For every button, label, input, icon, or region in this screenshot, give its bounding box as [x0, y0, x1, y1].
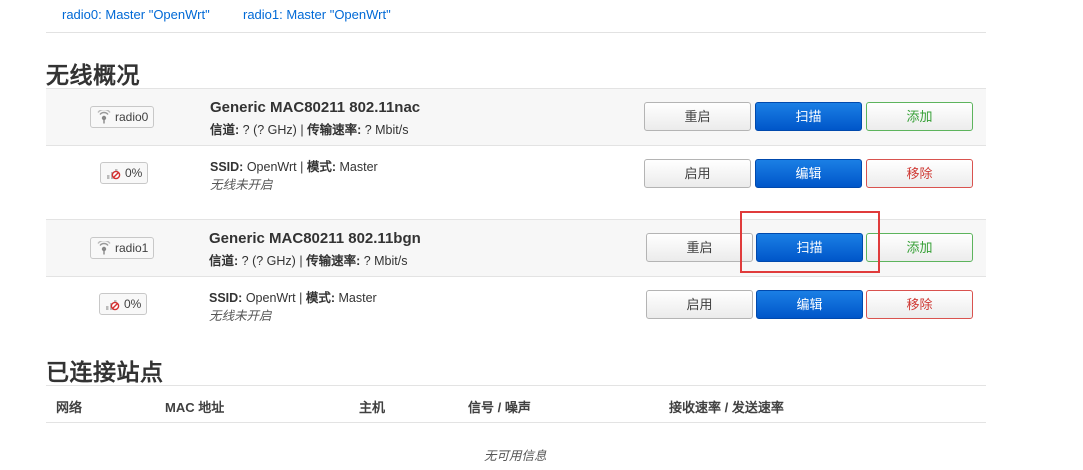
mode-label: 模式:	[306, 160, 337, 174]
table-header-divider	[46, 422, 986, 423]
rate-label: 传输速率:	[306, 254, 361, 268]
tab-radio0[interactable]: radio0: Master "OpenWrt"	[62, 7, 210, 22]
wireless-page: radio0: Master "OpenWrt" radio1: Master …	[0, 0, 1083, 470]
radio-badge-label: radio1	[115, 241, 149, 255]
network-row-radio1: 0% SSID: OpenWrt | 模式: Master 无线未开启 启用 编…	[46, 276, 986, 332]
device-info: 信道: ? (? GHz) | 传输速率: ? Mbit/s	[210, 119, 408, 138]
channel-value: ? (? GHz)	[242, 123, 297, 137]
signal-disabled-icon	[106, 300, 120, 311]
network-info: SSID: OpenWrt | 模式: Master	[209, 287, 377, 306]
add-button[interactable]: 添加	[866, 233, 973, 262]
channel-label: 信道:	[209, 254, 239, 268]
mode-label: 模式:	[305, 291, 336, 305]
column-header-host: 主机	[359, 400, 386, 415]
channel-label: 信道:	[210, 123, 240, 137]
signal-value: 0%	[125, 166, 143, 180]
wireless-status: 无线未开启	[209, 309, 272, 323]
signal-badge: 0%	[99, 293, 148, 315]
connected-stations-heading: 已连接站点	[46, 360, 164, 386]
device-row-radio1: radio1 Generic MAC80211 802.11bgn 信道: ? …	[46, 219, 986, 276]
radio-badge-label: radio0	[115, 110, 149, 124]
column-header-signal-noise: 信号 / 噪声	[468, 400, 531, 415]
radio-badge-radio0: radio0	[90, 106, 155, 128]
device-info: 信道: ? (? GHz) | 传输速率: ? Mbit/s	[209, 250, 407, 269]
table-top-divider	[46, 385, 986, 386]
rate-value: ? Mbit/s	[364, 123, 409, 137]
signal-badge: 0%	[100, 162, 149, 184]
network-row-radio0: 0% SSID: OpenWrt | 模式: Master 无线未开启 启用 编…	[46, 145, 986, 201]
column-header-mac: MAC 地址	[165, 400, 225, 415]
remove-button[interactable]: 移除	[866, 290, 973, 319]
edit-button[interactable]: 编辑	[756, 290, 863, 319]
remove-button[interactable]: 移除	[866, 159, 973, 188]
no-info-message: 无可用信息	[484, 449, 547, 463]
ssid-value: OpenWrt	[246, 160, 297, 174]
wifi-device-icon	[97, 110, 111, 124]
device-title: Generic MAC80211 802.11nac	[210, 99, 421, 116]
column-header-network: 网络	[56, 400, 83, 415]
signal-disabled-icon	[107, 169, 121, 180]
info-separator: |	[299, 254, 303, 268]
mode-value: Master	[338, 291, 377, 305]
mode-value: Master	[339, 160, 378, 174]
info-separator: |	[299, 291, 303, 305]
signal-value: 0%	[124, 297, 142, 311]
add-button[interactable]: 添加	[866, 102, 973, 131]
scan-button[interactable]: 扫描	[756, 233, 863, 262]
edit-button[interactable]: 编辑	[755, 159, 862, 188]
wireless-overview-heading: 无线概况	[46, 63, 140, 89]
ssid-value: OpenWrt	[245, 291, 296, 305]
device-row-radio0: radio0 Generic MAC80211 802.11nac 信道: ? …	[46, 88, 986, 145]
info-separator: |	[300, 123, 304, 137]
wifi-device-icon	[97, 241, 111, 255]
ssid-label: SSID:	[209, 291, 243, 305]
restart-button[interactable]: 重启	[646, 233, 753, 262]
tab-radio1[interactable]: radio1: Master "OpenWrt"	[243, 7, 391, 22]
rate-label: 传输速率:	[307, 123, 362, 137]
enable-button[interactable]: 启用	[646, 290, 753, 319]
ssid-label: SSID:	[210, 160, 244, 174]
column-header-rx-tx-rate: 接收速率 / 发送速率	[669, 400, 784, 415]
tabs-divider	[46, 32, 986, 33]
device-title: Generic MAC80211 802.11bgn	[209, 230, 421, 247]
network-info: SSID: OpenWrt | 模式: Master	[210, 156, 378, 175]
scan-button[interactable]: 扫描	[755, 102, 862, 131]
radio-badge-radio1: radio1	[90, 237, 155, 259]
restart-button[interactable]: 重启	[644, 102, 751, 131]
wireless-status: 无线未开启	[210, 178, 273, 192]
info-separator: |	[300, 160, 304, 174]
channel-value: ? (? GHz)	[241, 254, 296, 268]
enable-button[interactable]: 启用	[644, 159, 751, 188]
rate-value: ? Mbit/s	[363, 254, 408, 268]
